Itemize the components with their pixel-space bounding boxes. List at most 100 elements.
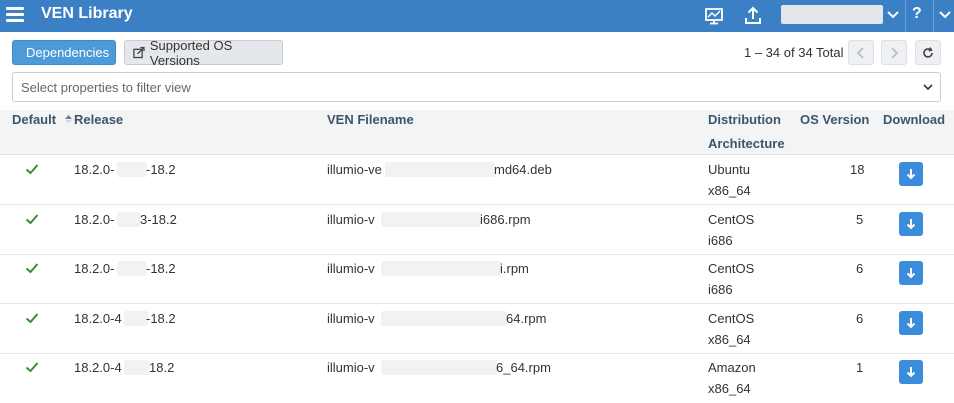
upload-icon[interactable]	[740, 3, 766, 29]
release-suffix: 3-18.2	[140, 212, 177, 227]
checkmark-icon	[25, 214, 39, 225]
distribution: Ubuntu	[708, 162, 750, 177]
page-title: VEN Library	[41, 5, 133, 22]
distribution: CentOS	[708, 261, 755, 276]
os-version: 5	[856, 212, 864, 227]
os-version: 1	[856, 360, 864, 375]
distribution: CentOS	[708, 212, 755, 227]
filename-suffix: 6_64.rpm	[496, 360, 551, 375]
release-prefix: 18.2.0-4	[74, 311, 122, 326]
release-suffix: -18.2	[146, 311, 176, 326]
supported-os-versions-label: Supported OS Versions	[149, 37, 233, 68]
refresh-icon	[923, 46, 933, 58]
distribution: Amazon	[708, 360, 756, 375]
divider	[933, 0, 934, 32]
table-row: 18.2.0-4 18.2 illumio-v 6_64.rpm Amazon …	[0, 354, 954, 403]
column-header-release[interactable]: Release	[74, 112, 123, 127]
filename-prefix: illumio-ve	[327, 162, 382, 177]
download-arrow-icon	[906, 367, 916, 378]
column-header-os-version[interactable]: OS Version	[800, 112, 869, 127]
redaction	[381, 360, 497, 375]
download-button[interactable]	[899, 212, 923, 236]
filename-prefix: illumio-v	[327, 261, 375, 276]
column-header-default[interactable]: Default	[12, 112, 56, 127]
filename-suffix: md64.deb	[494, 162, 552, 177]
table-row: 18.2.0-4 -18.2 illumio-v 64.rpm CentOS x…	[0, 305, 954, 354]
download-arrow-icon	[906, 169, 916, 180]
table-row: 18.2.0- -18.2 illumio-v i.rpm CentOS i68…	[0, 255, 954, 304]
chevron-right-icon	[891, 46, 899, 59]
release-suffix: -18.2	[146, 261, 176, 276]
architecture: x86_64	[708, 332, 751, 347]
table-header: Default Release VEN Filename Distributio…	[0, 110, 954, 155]
filename-suffix: i686.rpm	[480, 212, 531, 227]
checkmark-icon	[25, 263, 39, 274]
redaction	[117, 212, 141, 227]
download-arrow-icon	[906, 318, 916, 329]
redaction	[381, 261, 501, 276]
dependencies-button[interactable]: Dependencies	[12, 40, 116, 65]
divider	[905, 0, 906, 32]
redaction	[117, 162, 147, 177]
top-bar: VEN Library ?	[0, 0, 954, 32]
filename-prefix: illumio-v	[327, 311, 375, 326]
column-header-architecture[interactable]: Architecture	[708, 136, 785, 151]
redaction	[385, 162, 495, 177]
release-prefix: 18.2.0-	[74, 212, 115, 227]
redaction	[124, 311, 148, 326]
download-button[interactable]	[899, 162, 923, 186]
redaction	[381, 212, 481, 227]
checkmark-icon	[25, 164, 39, 175]
redaction	[381, 311, 507, 326]
architecture: x86_64	[708, 183, 751, 198]
download-arrow-icon	[906, 268, 916, 279]
checkmark-icon	[25, 362, 39, 373]
download-button[interactable]	[899, 311, 923, 335]
filename-prefix: illumio-v	[327, 360, 375, 375]
filter-placeholder: Select properties to filter view	[21, 80, 191, 95]
supported-os-versions-button[interactable]: Supported OS Versions	[124, 37, 283, 68]
os-version: 6	[856, 261, 864, 276]
hamburger-menu-icon[interactable]	[4, 4, 26, 26]
redaction	[124, 360, 150, 375]
prev-page-button[interactable]	[848, 40, 874, 65]
external-link-icon	[133, 46, 145, 59]
download-button[interactable]	[899, 360, 923, 384]
release-prefix: 18.2.0-4	[74, 360, 122, 375]
refresh-button[interactable]	[915, 40, 941, 65]
result-count: 1 – 34 of 34 Total	[744, 45, 844, 60]
filter-input[interactable]: Select properties to filter view	[12, 72, 941, 102]
user-menu[interactable]	[781, 5, 883, 24]
os-version: 18	[850, 162, 865, 177]
chevron-down-icon[interactable]	[922, 81, 934, 93]
filename-suffix: 64.rpm	[506, 311, 547, 326]
release-prefix: 18.2.0-	[74, 261, 115, 276]
next-page-button[interactable]	[881, 40, 907, 65]
help-button[interactable]: ?	[912, 5, 922, 23]
filename-prefix: illumio-v	[327, 212, 375, 227]
sort-ascending-icon[interactable]	[65, 115, 72, 123]
filename-suffix: i.rpm	[500, 261, 529, 276]
column-header-filename[interactable]: VEN Filename	[327, 112, 414, 127]
architecture: i686	[708, 233, 733, 248]
dependencies-label: Dependencies	[26, 45, 110, 60]
redaction	[117, 261, 147, 276]
chevron-left-icon	[856, 46, 864, 59]
table-row: 18.2.0- -18.2 illumio-ve md64.deb Ubuntu…	[0, 156, 954, 205]
monitor-icon[interactable]	[701, 3, 727, 29]
download-button[interactable]	[899, 261, 923, 285]
distribution: CentOS	[708, 311, 755, 326]
table-row: 18.2.0- 3-18.2 illumio-v i686.rpm CentOS…	[0, 206, 954, 255]
chevron-down-icon[interactable]	[886, 8, 900, 22]
download-arrow-icon	[906, 219, 916, 230]
release-suffix: -18.2	[146, 162, 176, 177]
checkmark-icon	[25, 313, 39, 324]
chevron-down-icon[interactable]	[938, 8, 952, 22]
release-suffix: 18.2	[149, 360, 175, 375]
column-header-distribution[interactable]: Distribution	[708, 112, 781, 127]
os-version: 6	[856, 311, 864, 326]
architecture: i686	[708, 282, 733, 297]
release-prefix: 18.2.0-	[74, 162, 115, 177]
architecture: x86_64	[708, 381, 751, 396]
column-header-download: Download	[883, 112, 946, 127]
